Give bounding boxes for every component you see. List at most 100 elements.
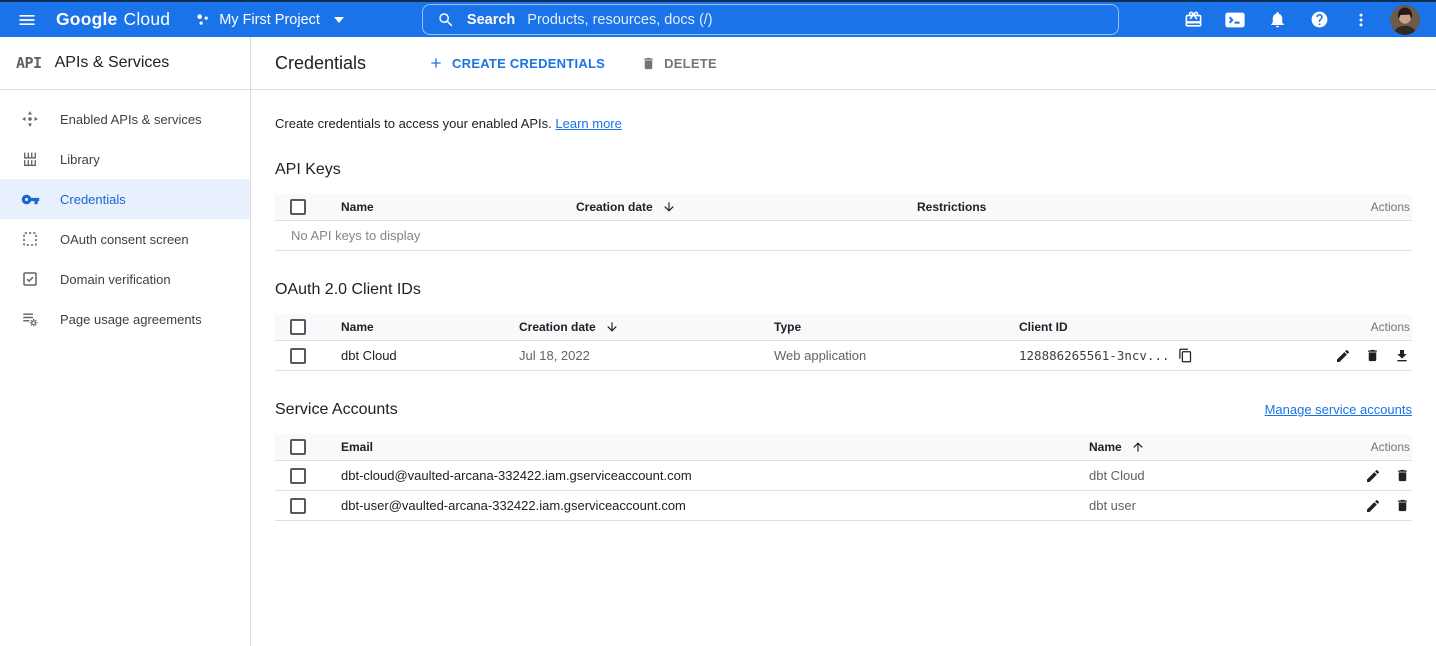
- sidebar-item-page-usage-agreements[interactable]: Page usage agreements: [0, 299, 250, 339]
- sidebar-item-label: Domain verification: [60, 272, 171, 287]
- sidebar-header: API APIs & Services: [0, 37, 250, 90]
- google-cloud-logo[interactable]: Google Cloud: [56, 9, 170, 30]
- topbar: Google Cloud My First Project Search Pro…: [0, 0, 1436, 37]
- project-selector[interactable]: My First Project: [194, 11, 344, 28]
- manage-service-accounts-link[interactable]: Manage service accounts: [1265, 402, 1412, 417]
- intro-text: Create credentials to access your enable…: [275, 116, 1412, 131]
- sidebar-item-credentials[interactable]: Credentials: [0, 179, 250, 219]
- download-oauth-client-button[interactable]: [1394, 348, 1410, 364]
- consent-screen-icon: [21, 230, 39, 248]
- column-header-actions: Actions: [1316, 320, 1412, 334]
- table-row: dbt-user@vaulted-arcana-332422.iam.gserv…: [275, 491, 1412, 521]
- column-header-restrictions: Restrictions: [917, 200, 1328, 214]
- select-all-checkbox[interactable]: [290, 199, 306, 215]
- column-header-actions: Actions: [1328, 200, 1412, 214]
- column-header-client-id: Client ID: [1019, 320, 1316, 334]
- notifications-button[interactable]: [1264, 7, 1290, 33]
- trash-icon: [1395, 498, 1410, 513]
- oauth-client-name: dbt Cloud: [341, 348, 519, 363]
- sidebar-item-domain-verification[interactable]: Domain verification: [0, 259, 250, 299]
- select-all-checkbox[interactable]: [290, 439, 306, 455]
- help-icon: [1310, 10, 1329, 29]
- sort-desc-icon: [662, 200, 676, 214]
- oauth-clients-title: OAuth 2.0 Client IDs: [275, 281, 421, 299]
- delete-oauth-client-button[interactable]: [1365, 348, 1380, 364]
- sidebar-item-oauth-consent[interactable]: OAuth consent screen: [0, 219, 250, 259]
- edit-oauth-client-button[interactable]: [1335, 348, 1351, 364]
- api-keys-table-header: Name Creation date Restrictions Actions: [275, 194, 1412, 221]
- oauth-clients-table: Name Creation date Type Client ID Action…: [275, 314, 1412, 371]
- row-checkbox[interactable]: [290, 468, 306, 484]
- sidebar-item-library[interactable]: Library: [0, 139, 250, 179]
- column-header-creation-date[interactable]: Creation date: [576, 200, 917, 214]
- column-header-creation-date[interactable]: Creation date: [519, 320, 774, 334]
- edit-service-account-button[interactable]: [1365, 468, 1381, 484]
- domain-verification-icon: [21, 270, 39, 288]
- row-checkbox[interactable]: [290, 498, 306, 514]
- help-button[interactable]: [1306, 7, 1332, 33]
- sort-asc-icon: [1131, 440, 1145, 454]
- row-checkbox[interactable]: [290, 348, 306, 364]
- search-input[interactable]: Search Products, resources, docs (/): [422, 4, 1119, 35]
- pencil-icon: [1335, 348, 1351, 364]
- column-header-email: Email: [341, 440, 1089, 454]
- edit-service-account-button[interactable]: [1365, 498, 1381, 514]
- service-account-name: dbt user: [1089, 498, 1336, 513]
- library-icon: [21, 150, 39, 168]
- hamburger-icon: [17, 10, 37, 30]
- service-account-email: dbt-cloud@vaulted-arcana-332422.iam.gser…: [341, 468, 1089, 483]
- column-header-name: Name: [341, 200, 576, 214]
- service-accounts-title: Service Accounts: [275, 401, 398, 419]
- service-account-email: dbt-user@vaulted-arcana-332422.iam.gserv…: [341, 498, 1089, 513]
- column-header-name: Name: [341, 320, 519, 334]
- service-accounts-table-header: Email Name Actions: [275, 434, 1412, 461]
- project-name: My First Project: [219, 12, 320, 28]
- table-row: dbt-cloud@vaulted-arcana-332422.iam.gser…: [275, 461, 1412, 491]
- delete-service-account-button[interactable]: [1395, 468, 1410, 484]
- cloud-shell-button[interactable]: [1222, 7, 1248, 33]
- logo-cloud: Cloud: [123, 9, 170, 30]
- table-row: dbt Cloud Jul 18, 2022 Web application 1…: [275, 341, 1412, 371]
- oauth-client-type: Web application: [774, 348, 1019, 363]
- free-trial-button[interactable]: [1180, 7, 1206, 33]
- plus-icon: [428, 55, 444, 71]
- trash-icon: [1365, 348, 1380, 363]
- trash-icon: [1395, 468, 1410, 483]
- agreements-icon: [21, 310, 39, 328]
- column-header-actions: Actions: [1336, 440, 1412, 454]
- bell-icon: [1268, 10, 1287, 29]
- delete-button[interactable]: DELETE: [641, 56, 717, 71]
- topbar-actions: [1180, 5, 1420, 35]
- api-keys-title: API Keys: [275, 161, 341, 179]
- page-title: Credentials: [275, 53, 366, 74]
- service-accounts-table: Email Name Actions dbt-cloud@vaulted-arc…: [275, 434, 1412, 521]
- sidebar-item-enabled-apis[interactable]: Enabled APIs & services: [0, 99, 250, 139]
- more-options-button[interactable]: [1348, 7, 1374, 33]
- copy-client-id-button[interactable]: [1178, 348, 1193, 363]
- select-all-checkbox[interactable]: [290, 319, 306, 335]
- delete-service-account-button[interactable]: [1395, 498, 1410, 514]
- logo-google: Google: [56, 9, 117, 30]
- sidebar-item-label: OAuth consent screen: [60, 232, 189, 247]
- oauth-table-header: Name Creation date Type Client ID Action…: [275, 314, 1412, 341]
- oauth-client-creation-date: Jul 18, 2022: [519, 348, 774, 363]
- menu-button[interactable]: [14, 7, 40, 33]
- main-content: Credentials CREATE CREDENTIALS DELETE Cr…: [251, 37, 1436, 646]
- avatar[interactable]: [1390, 5, 1420, 35]
- column-header-name[interactable]: Name: [1089, 440, 1336, 454]
- api-keys-table: Name Creation date Restrictions Actions …: [275, 194, 1412, 251]
- page-toolbar: Credentials CREATE CREDENTIALS DELETE: [251, 37, 1436, 90]
- service-account-name: dbt Cloud: [1089, 468, 1336, 483]
- trash-icon: [641, 56, 656, 71]
- chevron-down-icon: [334, 17, 344, 23]
- learn-more-link[interactable]: Learn more: [555, 116, 621, 131]
- search-placeholder: Products, resources, docs (/): [527, 12, 712, 28]
- pencil-icon: [1365, 498, 1381, 514]
- key-icon: [21, 190, 40, 209]
- oauth-client-id: 128886265561-3ncv...: [1019, 348, 1316, 363]
- copy-icon: [1178, 348, 1193, 363]
- product-title: APIs & Services: [55, 54, 170, 72]
- dashboard-icon: [21, 110, 39, 128]
- create-credentials-button[interactable]: CREATE CREDENTIALS: [428, 55, 605, 71]
- api-product-icon: API: [16, 54, 42, 72]
